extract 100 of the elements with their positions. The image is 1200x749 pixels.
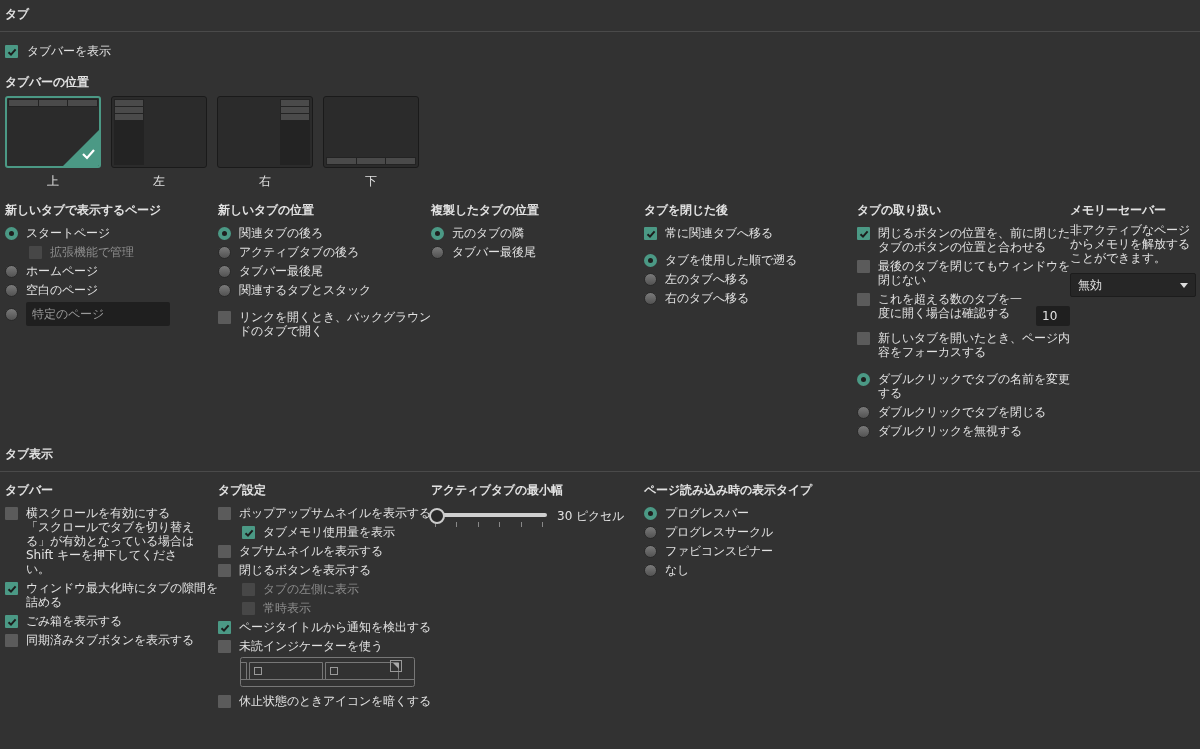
checkbox-label: タブメモリ使用量を表示 <box>263 525 395 539</box>
radio-button[interactable] <box>644 273 657 286</box>
checkbox[interactable] <box>218 640 231 653</box>
slider-value: 30 ピクセル <box>557 508 625 525</box>
radio-button[interactable] <box>218 227 231 240</box>
checkbox-label: 未読インジケーターを使う <box>239 639 383 653</box>
radio-button[interactable] <box>857 406 870 419</box>
checkbox-label: 横スクロールを有効にする <box>26 506 171 520</box>
radio-button[interactable] <box>5 265 18 278</box>
checkbox[interactable] <box>5 582 18 595</box>
group-heading: 新しいタブで表示するページ <box>5 202 162 219</box>
group-heading: タブバー <box>5 482 54 499</box>
tab-position-option[interactable] <box>323 96 419 168</box>
hint-text: 「スクロールでタブを切り替える」が有効となっている場合は Shift キーを押下してください。 <box>26 520 195 576</box>
checkbox-label: ウィンドウ最大化時にタブの隙間を詰める <box>26 581 218 609</box>
checkbox[interactable] <box>218 564 231 577</box>
radio-label: ダブルクリックでタブの名前を変更する <box>878 372 1070 400</box>
checkbox[interactable] <box>857 332 870 345</box>
radio-label: 右のタブへ移る <box>665 291 749 305</box>
tab-position-label: 右 <box>259 173 271 190</box>
tab-position-label: 下 <box>365 173 377 190</box>
checkbox[interactable] <box>644 227 657 240</box>
radio-label: 左のタブへ移る <box>665 272 749 286</box>
checkbox-label: 常に関連タブへ移る <box>665 226 773 240</box>
radio-button[interactable] <box>218 284 231 297</box>
group-heading: メモリーセーバー <box>1070 202 1167 219</box>
dropdown[interactable]: 無効 <box>1070 273 1196 297</box>
checkbox[interactable] <box>218 695 231 708</box>
radio-button[interactable] <box>218 246 231 259</box>
radio-button[interactable] <box>644 564 657 577</box>
radio-button[interactable] <box>218 265 231 278</box>
radio-button[interactable] <box>644 254 657 267</box>
tab-position-label: 左 <box>153 173 165 190</box>
checkbox-label: 同期済みタブボタンを表示する <box>26 633 194 647</box>
slider-thumb[interactable] <box>429 508 445 524</box>
radio-label: 空白のページ <box>26 283 98 297</box>
radio-label: プログレスサークル <box>665 525 773 539</box>
group-heading: タブ設定 <box>218 482 267 499</box>
checkbox-label: これを超える数のタブを一度に開く場合は確認する <box>878 292 1023 320</box>
radio-label: プログレスバー <box>665 506 749 520</box>
radio-label: アクティブタブの後ろ <box>239 245 359 259</box>
checkbox[interactable] <box>218 545 231 558</box>
caret-icon <box>1180 282 1188 288</box>
radio-label: 関連するタブとスタック <box>239 283 371 297</box>
checkbox[interactable] <box>242 526 255 539</box>
radio-label: タブバー最後尾 <box>452 245 536 259</box>
checkbox[interactable] <box>857 260 870 273</box>
radio-button[interactable] <box>5 308 18 321</box>
checkbox-label: ごみ箱を表示する <box>26 614 122 628</box>
checkbox-label: タブバーを表示 <box>27 44 111 58</box>
group-heading: 複製したタブの位置 <box>431 202 540 219</box>
radio-button[interactable] <box>5 284 18 297</box>
tab-position-option[interactable] <box>111 96 207 168</box>
radio-label: ダブルクリックを無視する <box>878 424 1022 438</box>
checkbox-label: タブサムネイルを表示する <box>239 544 383 558</box>
radio-label: ダブルクリックでタブを閉じる <box>878 405 1046 419</box>
radio-label: タブバー最後尾 <box>239 264 323 278</box>
checkbox[interactable] <box>5 615 18 628</box>
checkbox[interactable] <box>218 507 231 520</box>
tab-position-option[interactable] <box>217 96 313 168</box>
radio-button[interactable] <box>644 292 657 305</box>
group-heading: ページ読み込み時の表示タイプ <box>644 482 814 499</box>
checkbox[interactable] <box>5 634 18 647</box>
radio-button[interactable] <box>644 526 657 539</box>
section-heading: タブ表示 <box>5 446 54 463</box>
checkmark-icon <box>63 130 99 166</box>
checkbox-label: 拡張機能で管理 <box>50 245 134 259</box>
checkbox[interactable] <box>857 293 870 306</box>
radio-button[interactable] <box>5 227 18 240</box>
checkbox-label: 閉じるボタンの位置を、前に閉じたタブのボタンの位置と合わせる <box>878 226 1070 254</box>
slider[interactable] <box>431 507 547 527</box>
checkbox[interactable] <box>218 621 231 634</box>
radio-button[interactable] <box>857 425 870 438</box>
checkbox-label: ページタイトルから通知を検出する <box>239 620 431 634</box>
checkbox-label: タブの左側に表示 <box>263 582 359 596</box>
tab-position-option[interactable] <box>5 96 101 168</box>
radio-button[interactable] <box>857 373 870 386</box>
radio-button[interactable] <box>644 507 657 520</box>
checkbox-label: 休止状態のときアイコンを暗くする <box>239 694 431 708</box>
group-heading: タブバーの位置 <box>5 74 90 91</box>
group-heading: 新しいタブの位置 <box>218 202 315 219</box>
checkbox[interactable] <box>857 227 870 240</box>
checkbox[interactable] <box>5 507 18 520</box>
radio-button[interactable] <box>644 545 657 558</box>
checkbox-label: 最後のタブを閉じてもウィンドウを閉じない <box>878 259 1070 287</box>
group-heading: アクティブタブの最小幅 <box>431 482 564 499</box>
checkbox-label: 閉じるボタンを表示する <box>239 563 371 577</box>
group-heading: タブを閉じた後 <box>644 202 729 219</box>
radio-button[interactable] <box>431 246 444 259</box>
radio-label: ファビコンスピナー <box>665 544 773 558</box>
number-field[interactable]: 10 <box>1036 306 1070 326</box>
checkbox-label: 新しいタブを開いたとき、ページ内容をフォーカスする <box>878 331 1070 359</box>
radio-label: 関連タブの後ろ <box>239 226 323 240</box>
checkbox-label: ポップアップサムネイルを表示する <box>239 506 431 520</box>
checkbox[interactable] <box>218 311 231 324</box>
page-url-field[interactable]: 特定のページ <box>26 302 170 326</box>
checkbox[interactable] <box>5 45 18 58</box>
radio-label: タブを使用した順で遡る <box>665 253 797 267</box>
radio-button[interactable] <box>431 227 444 240</box>
radio-label: スタートページ <box>26 226 110 240</box>
